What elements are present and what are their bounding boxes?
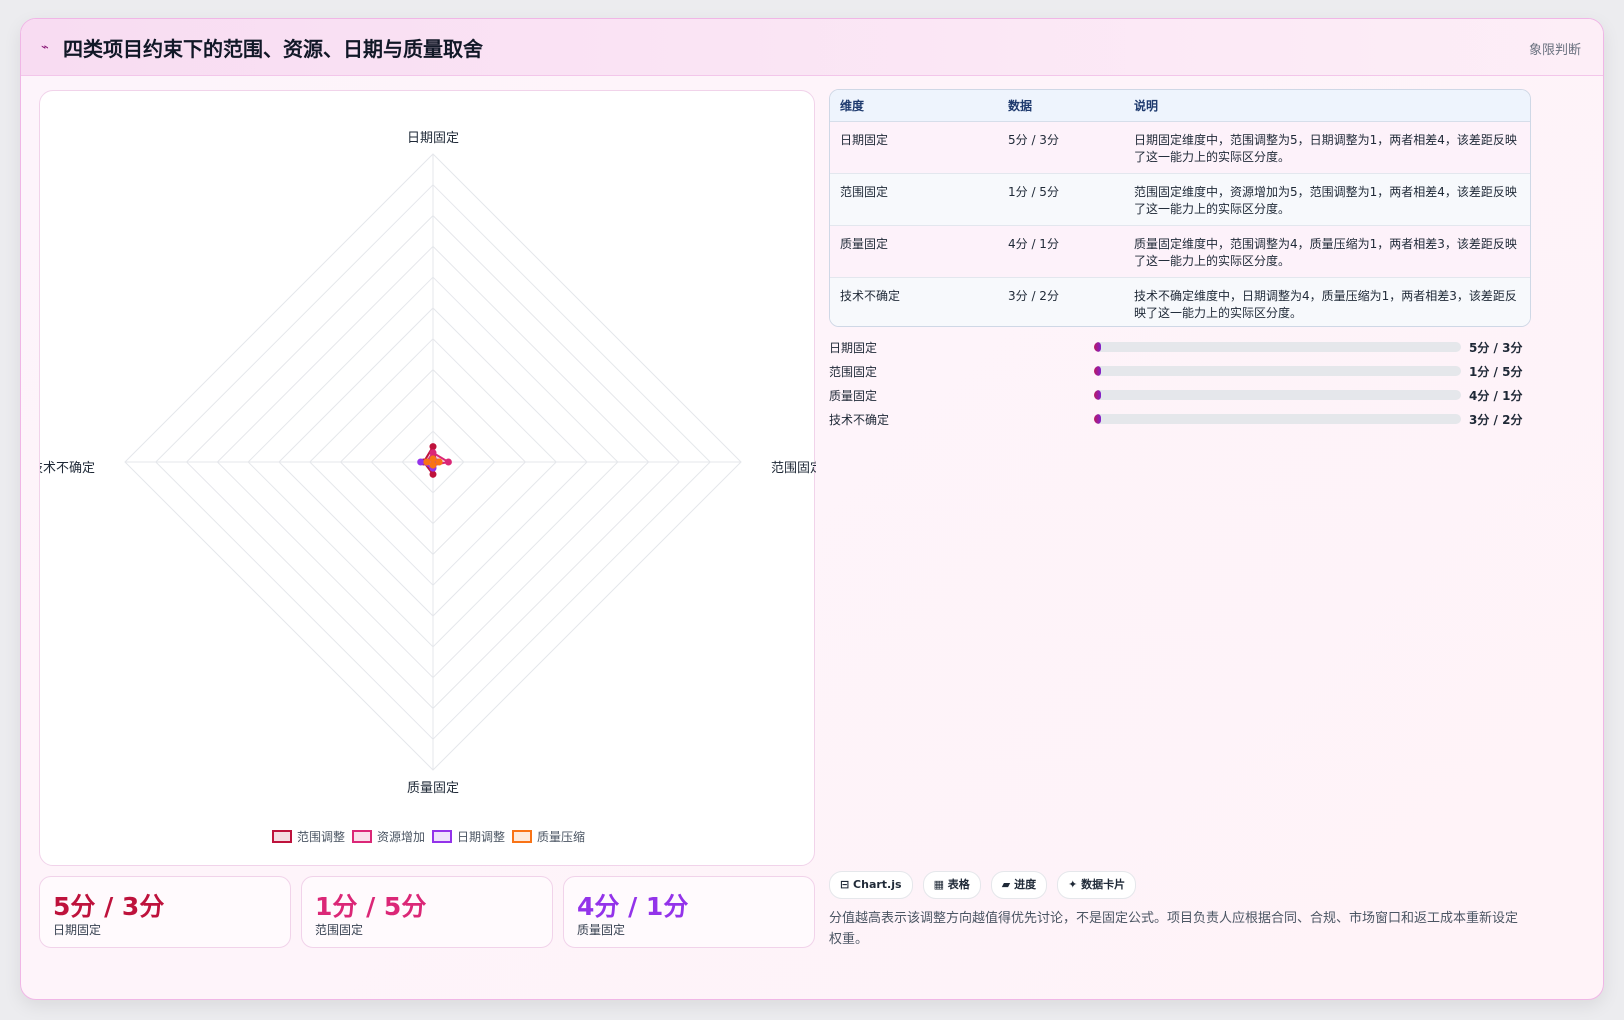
radar-axis-label: 范围固定	[771, 461, 816, 476]
progress-fill	[1094, 414, 1102, 424]
table-cell: 范围固定维度中，资源增加为5，范围调整为1，两者相差4，该差距反映了这一能力上的…	[1124, 173, 1530, 226]
radar-chart: 日期固定范围固定质量固定 技术不确定范围调整 资源增加 日期调整 质量压缩	[40, 131, 816, 844]
table-header-cell: 说明	[1124, 90, 1530, 122]
table-row: 范围固定 1分 / 5分 范围固定维度中，资源增加为5，范围调整为1，两者相差4…	[830, 173, 1530, 226]
data-table: 维度 数据 说明 日期固定 5分 / 3分 日期固定维度中，范围调整为5，日期调…	[829, 89, 1531, 327]
table-cell: 质量固定维度中，范围调整为4，质量压缩为1，两者相差3，该差距反映了这一能力上的…	[1124, 225, 1530, 278]
kpi-label: 范围固定	[315, 923, 364, 937]
radar-point	[429, 470, 437, 478]
kpi-value: 4分 / 1分	[577, 892, 689, 921]
legend-label: 范围调整	[297, 829, 345, 844]
radar-point	[417, 458, 425, 466]
legend-label: 质量压缩	[537, 829, 585, 844]
kpi-card-2: 1分 / 5分 范围固定	[301, 876, 553, 948]
progress-label: 范围固定	[829, 365, 878, 379]
table-cell: 质量固定	[830, 225, 998, 278]
progress-list: 日期固定 5分 / 3分 范围固定 1分 / 5分 质量固定 4分 / 1分 技…	[829, 337, 1529, 433]
kpi-card-1: 5分 / 3分 日期固定	[39, 876, 291, 948]
radar-point	[435, 458, 443, 466]
progress-value: 5分 / 3分	[1469, 341, 1523, 355]
progress-fill	[1094, 342, 1102, 352]
table-header-cell: 维度	[830, 90, 998, 122]
legend-label: 资源增加	[377, 830, 425, 844]
progress-row: 技术不确定 3分 / 2分	[829, 409, 1529, 433]
table-cell: 4分 / 1分	[998, 225, 1124, 278]
legend-swatch	[512, 830, 532, 843]
table-cell: 日期固定	[830, 121, 998, 174]
kpi-label: 质量固定	[577, 923, 626, 937]
table-cell: 技术不确定	[830, 277, 998, 326]
radar-point	[444, 458, 452, 466]
chip-chartjs[interactable]: ⊟ Chart.js	[829, 871, 913, 899]
radar-axis-label: 日期固定	[407, 131, 459, 146]
radar-axis-label: 质量固定	[407, 781, 459, 796]
legend-label: 日期调整	[457, 829, 505, 844]
radar-point	[429, 455, 437, 463]
table-header-cell: 数据	[998, 90, 1124, 122]
radar-chart-panel: 日期固定范围固定质量固定 技术不确定范围调整 资源增加 日期调整 质量压缩	[39, 90, 816, 866]
kpi-label: 日期固定	[53, 923, 102, 937]
radar-point	[423, 458, 431, 466]
table-row: 技术不确定 3分 / 2分 技术不确定维度中，日期调整为4，质量压缩为1，两者相…	[830, 277, 1530, 326]
progress-value: 3分 / 2分	[1469, 413, 1523, 427]
progress-track	[1094, 390, 1461, 400]
chip-progress[interactable]: ▰ 进度	[990, 871, 1048, 899]
table-cell: 5分 / 3分	[998, 121, 1124, 174]
progress-value: 1分 / 5分	[1469, 365, 1523, 379]
chip-table[interactable]: ▦ 表格	[922, 871, 981, 899]
kpi-card-3: 4分 / 1分 质量固定	[563, 876, 815, 948]
progress-row: 质量固定 4分 / 1分	[829, 385, 1529, 409]
footnote: 分值越高表示该调整方向越值得优先讨论，不是固定公式。项目负责人应根据合同、合规、…	[829, 911, 1519, 947]
progress-track	[1094, 414, 1461, 424]
legend-swatch	[352, 830, 372, 843]
trend-icon: ⌁	[41, 39, 49, 55]
table-cell: 范围固定	[830, 173, 998, 226]
progress-label: 质量固定	[829, 389, 878, 403]
table-cell: 3分 / 2分	[998, 277, 1124, 326]
radar-axis-label: 技术不确定	[40, 461, 95, 476]
kpi-value: 5分 / 3分	[53, 892, 165, 921]
table-row: 日期固定 5分 / 3分 日期固定维度中，范围调整为5，日期调整为1，两者相差4…	[830, 121, 1530, 174]
feature-chips: ⊟ Chart.js ▦ 表格 ▰ 进度 ✦ 数据卡片	[829, 871, 1137, 899]
legend-swatch	[272, 830, 292, 843]
progress-label: 日期固定	[829, 341, 878, 355]
progress-label: 技术不确定	[829, 413, 890, 427]
table-header-row: 维度 数据 说明	[830, 90, 1530, 122]
progress-fill	[1094, 366, 1102, 376]
table-cell: 1分 / 5分	[998, 173, 1124, 226]
radar-point	[429, 443, 437, 451]
progress-row: 范围固定 1分 / 5分	[829, 361, 1529, 385]
progress-value: 4分 / 1分	[1469, 389, 1523, 403]
radar-point	[429, 461, 437, 469]
table-cell: 日期固定维度中，范围调整为5，日期调整为1，两者相差4，该差距反映了这一能力上的…	[1124, 121, 1530, 174]
table-cell: 技术不确定维度中，日期调整为4，质量压缩为1，两者相差3，该差距反映了这一能力上…	[1124, 277, 1530, 326]
progress-track	[1094, 366, 1461, 376]
progress-row: 日期固定 5分 / 3分	[829, 337, 1529, 361]
header-bar: ⌁ 四类项目约束下的范围、资源、日期与质量取舍 象限判断	[21, 19, 1603, 76]
radar-point	[429, 449, 437, 457]
main-card: ⌁ 四类项目约束下的范围、资源、日期与质量取舍 象限判断 日期固定范围固定质量固…	[20, 18, 1604, 1000]
kpi-value: 1分 / 5分	[315, 892, 427, 921]
progress-track	[1094, 342, 1461, 352]
chip-data-card[interactable]: ✦ 数据卡片	[1057, 871, 1137, 899]
table-row: 质量固定 4分 / 1分 质量固定维度中，范围调整为4，质量压缩为1，两者相差3…	[830, 225, 1530, 278]
quadrant-tag: 象限判断	[1528, 43, 1581, 58]
page-title: 四类项目约束下的范围、资源、日期与质量取舍	[63, 36, 483, 61]
progress-fill	[1094, 390, 1102, 400]
legend-swatch	[432, 830, 452, 843]
